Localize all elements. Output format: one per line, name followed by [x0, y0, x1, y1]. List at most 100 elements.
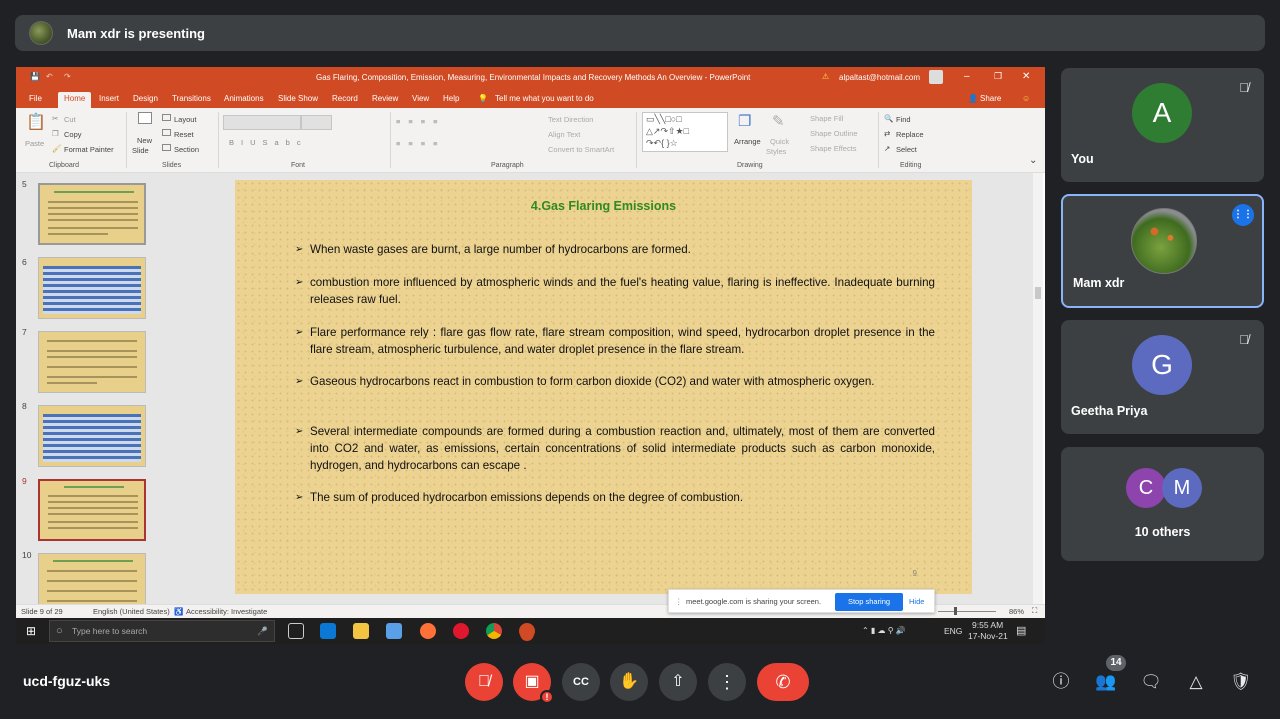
align-buttons[interactable]: ≡≡≡≡ [396, 139, 446, 148]
language-indicator[interactable]: ENG [944, 626, 962, 636]
new-slide-label-2[interactable]: Slide [132, 146, 149, 155]
notification-icon[interactable]: ▤ [1016, 624, 1026, 637]
align-text-button[interactable]: Align Text [548, 130, 580, 139]
text-direction-button[interactable]: Text Direction [548, 115, 593, 124]
tab-help[interactable]: Help [443, 94, 459, 103]
microphone-off-button[interactable]: 🎙̸ [465, 663, 503, 701]
new-slide-icon[interactable] [138, 112, 152, 124]
accessibility-status[interactable]: Accessibility: Investigate [186, 607, 267, 616]
select-button[interactable]: Select [896, 145, 917, 154]
layout-icon[interactable] [162, 114, 171, 121]
slide-thumbnail[interactable] [38, 405, 146, 467]
firefox-icon[interactable] [420, 623, 436, 639]
format-painter-icon[interactable]: 🖌 [52, 144, 62, 153]
tab-file[interactable]: File [29, 94, 42, 103]
language-status[interactable]: English (United States) [93, 607, 170, 616]
find-button[interactable]: Find [896, 115, 911, 124]
clock-time[interactable]: 9:55 AM [972, 620, 1003, 630]
quick-styles-label[interactable]: Quick [770, 137, 789, 146]
font-format-buttons[interactable]: BIUSabc [229, 138, 308, 147]
slide-thumbnail[interactable] [38, 553, 146, 604]
end-call-button[interactable]: ✆ [757, 663, 809, 701]
activities-icon[interactable]: △ [1184, 670, 1208, 694]
collapse-ribbon-icon[interactable]: ⌄ [1029, 155, 1037, 166]
fit-slide-icon[interactable]: ⛶ [1032, 606, 1037, 616]
new-slide-label[interactable]: New [137, 136, 152, 145]
tray-icons[interactable]: ⌃ ▮ ☁ ⚲ 🔊 [862, 626, 906, 635]
reset-button[interactable]: Reset [174, 130, 194, 139]
replace-button[interactable]: Replace [896, 130, 924, 139]
store-icon[interactable] [386, 623, 402, 639]
replace-icon[interactable]: ⇄ [884, 129, 890, 138]
convert-smartart-button[interactable]: Convert to SmartArt [548, 145, 614, 154]
taskbar-search[interactable]: ○ Type here to search 🎤 [49, 620, 275, 642]
participant-tile-geetha[interactable]: G 🎙̸ Geetha Priya [1061, 320, 1264, 434]
stop-sharing-button[interactable]: Stop sharing [835, 593, 903, 611]
select-icon[interactable]: ↗ [884, 144, 890, 153]
undo-icon[interactable]: ↶ [46, 72, 53, 81]
arrange-icon[interactable]: ❐ [738, 112, 751, 130]
section-icon[interactable] [162, 144, 171, 151]
copy-icon[interactable]: ❐ [52, 129, 59, 138]
chrome-icon[interactable] [486, 623, 502, 639]
tab-insert[interactable]: Insert [99, 94, 119, 103]
file-explorer-icon[interactable] [353, 623, 369, 639]
find-icon[interactable]: 🔍 [884, 114, 893, 123]
zoom-slider[interactable] [938, 607, 996, 615]
font-size-select[interactable] [301, 115, 332, 130]
font-name-select[interactable] [223, 115, 301, 130]
windows-start-icon[interactable]: ⊞ [26, 624, 36, 638]
slide-thumbnail[interactable] [38, 257, 146, 319]
slide-thumbnail[interactable] [38, 183, 146, 245]
section-button[interactable]: Section [174, 145, 199, 154]
tab-transitions[interactable]: Transitions [172, 94, 211, 103]
tab-home[interactable]: Home [58, 92, 92, 108]
tab-review[interactable]: Review [372, 94, 398, 103]
more-options-button[interactable]: ⋮ [708, 663, 746, 701]
account-avatar[interactable] [929, 70, 943, 84]
arrange-button[interactable]: Arrange [734, 137, 761, 146]
paste-icon[interactable]: 📋 [26, 112, 46, 132]
participant-tile-presenter[interactable]: ⋮⋮ Mam xdr [1061, 194, 1264, 308]
editor-scrollbar[interactable] [1033, 173, 1043, 604]
current-slide[interactable]: 4.Gas Flaring Emissions When waste gases… [235, 180, 972, 594]
minimize-icon[interactable]: – [964, 71, 970, 82]
zoom-level[interactable]: 86% [1009, 607, 1024, 616]
participant-tile-you[interactable]: A 🎙̸ You [1061, 68, 1264, 182]
microphone-icon[interactable]: 🎤 [257, 621, 268, 641]
tab-design[interactable]: Design [133, 94, 158, 103]
save-icon[interactable]: 💾 [30, 72, 40, 81]
cut-button[interactable]: Cut [64, 115, 76, 124]
slide-thumbnail-selected[interactable] [38, 479, 146, 541]
layout-button[interactable]: Layout [174, 115, 197, 124]
meeting-details-icon[interactable]: ⓘ [1049, 670, 1073, 694]
shapes-gallery[interactable]: ▭╲╲□○□ △↗↷⇧★□ ↷↶{ }☆ [642, 112, 728, 152]
smiley-icon[interactable]: ☺ [1022, 94, 1030, 103]
opera-icon[interactable] [453, 623, 469, 639]
tab-slide-show[interactable]: Slide Show [278, 94, 318, 103]
shape-outline-button[interactable]: Shape Outline [810, 129, 858, 138]
hide-notice-button[interactable]: Hide [909, 590, 924, 614]
close-icon[interactable]: ✕ [1022, 71, 1030, 82]
shape-fill-button[interactable]: Shape Fill [810, 114, 843, 123]
chat-icon[interactable]: 🗨 [1139, 670, 1163, 694]
people-icon[interactable]: 👥 [1094, 670, 1118, 694]
copy-button[interactable]: Copy [64, 130, 82, 139]
format-painter-button[interactable]: Format Painter [64, 145, 114, 154]
participant-tile-others[interactable]: C M 10 others [1061, 447, 1264, 561]
share-button[interactable]: Share [980, 94, 1001, 103]
cut-icon[interactable]: ✂ [52, 114, 58, 123]
tab-record[interactable]: Record [332, 94, 358, 103]
edge-icon[interactable] [320, 623, 336, 639]
powerpoint-icon[interactable] [519, 623, 535, 639]
tell-me-search[interactable]: Tell me what you want to do [495, 94, 594, 103]
quick-styles-label-2[interactable]: Styles [766, 147, 786, 156]
host-controls-icon[interactable]: 🛡 [1229, 670, 1253, 694]
captions-button[interactable]: CC [562, 663, 600, 701]
drag-handle-icon[interactable]: ⋮ [675, 597, 683, 606]
reset-icon[interactable] [162, 129, 171, 136]
present-now-button[interactable]: ⇧ [659, 663, 697, 701]
maximize-icon[interactable]: ❐ [994, 71, 1002, 82]
list-buttons[interactable]: ≡≡≡≡ [396, 117, 446, 126]
redo-icon[interactable]: ↷ [64, 72, 71, 81]
